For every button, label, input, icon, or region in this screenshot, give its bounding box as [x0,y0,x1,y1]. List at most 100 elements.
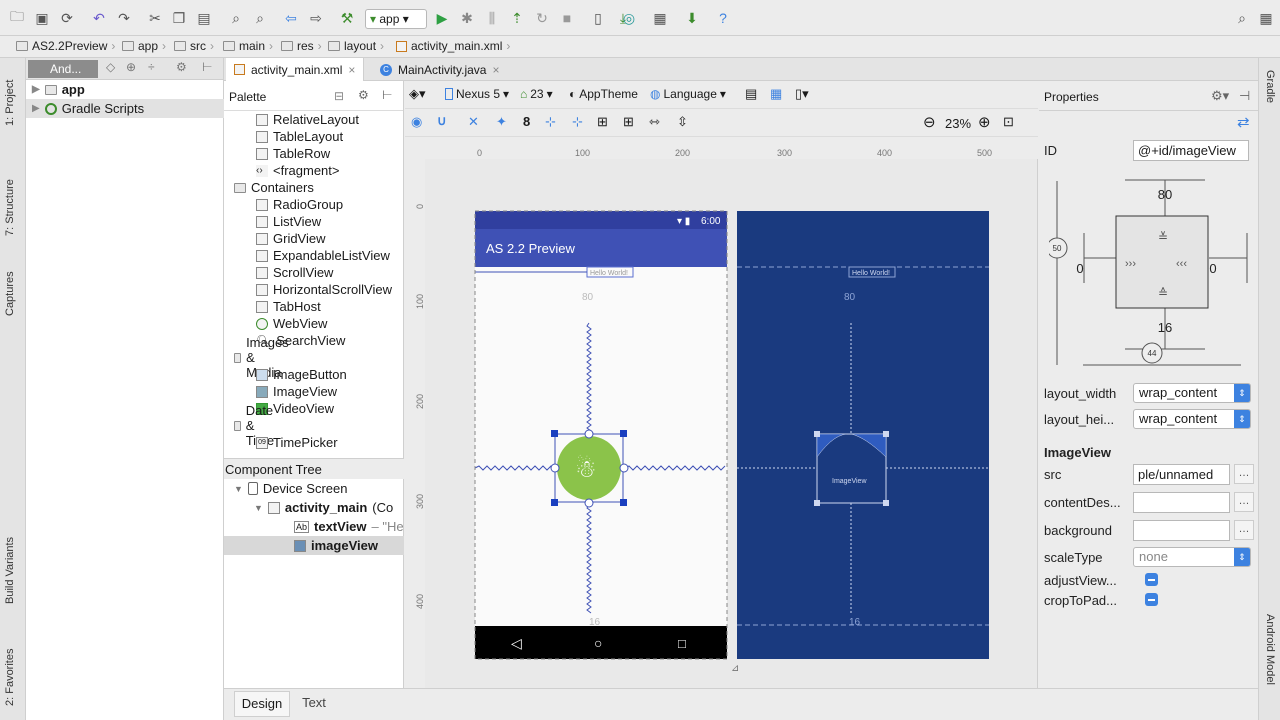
api-dropdown[interactable]: ⌂ 23 ▾ [520,87,553,101]
undo-icon[interactable]: ↶ [90,9,108,27]
palette-category-images[interactable]: Images & Media [234,335,294,380]
margin-right-value[interactable]: 0 [1209,261,1216,276]
toggle-view-icon[interactable]: ⇄ [1237,113,1250,131]
project-view-selector[interactable]: And... [28,60,98,78]
crop-to-padding-checkbox[interactable] [1145,593,1158,606]
language-dropdown[interactable]: ◍ Language ▾ [650,87,726,101]
content-description-browse-button[interactable]: … [1234,492,1254,512]
blueprint-handle[interactable] [814,431,820,437]
zoom-in-icon[interactable]: ⊕ [978,113,991,131]
height-wrap-bottom-icon[interactable]: ≙ [1158,286,1168,300]
palette-item[interactable]: GridView [256,230,326,247]
run-config-dropdown[interactable]: ▾ app ▾ [365,9,427,29]
resize-handle[interactable] [551,499,558,506]
collapse-icon[interactable]: ◇ [106,60,115,74]
run-icon[interactable]: ▶ [433,9,451,27]
palette-settings-icon[interactable]: ⚙ [358,88,369,102]
tool-window-build-variants[interactable]: Build Variants [4,514,16,604]
layout-width-dropdown[interactable]: wrap_content ⇕ [1133,383,1251,403]
tool-window-captures[interactable]: Captures [4,256,16,316]
project-structure-icon[interactable]: ▦ [651,9,669,27]
paste-icon[interactable]: ▤ [195,9,213,27]
close-tab-icon[interactable]: × [492,63,499,77]
scale-type-dropdown[interactable]: none ⇕ [1133,547,1251,567]
align-horizontal-icon[interactable]: ⊹ [545,114,556,130]
tab-activity-main[interactable]: activity_main.xml × [226,58,365,81]
palette-item[interactable]: ImageView [256,383,337,400]
save-icon[interactable]: ▣ [33,9,51,27]
tab-main-activity[interactable]: C MainActivity.java × [372,58,508,81]
open-folder-icon[interactable]: 🗀 [8,8,26,27]
tool-window-structure[interactable]: 7: Structure [4,156,16,236]
resize-handle[interactable] [551,430,558,437]
forward-icon[interactable]: ⇨ [307,9,325,27]
palette-item[interactable]: WebView [256,315,327,332]
tool-window-android-model[interactable]: Android Model [1264,614,1276,685]
src-browse-button[interactable]: … [1234,464,1254,484]
content-description-field[interactable] [1133,492,1230,513]
rerun-icon[interactable]: ↻ [533,9,551,27]
palette-item[interactable]: RadioGroup [256,196,343,213]
anchor-left[interactable] [550,463,560,473]
android-monitor-icon[interactable]: ⬇ [683,9,701,27]
palette-hide-icon[interactable]: ⊢ [382,88,392,102]
back-icon[interactable]: ⇦ [282,9,300,27]
theme-dropdown[interactable]: ◐ AppTheme [569,87,638,101]
breadcrumb-src[interactable]: src › [174,39,214,53]
sync-icon[interactable]: ⟳ [58,9,76,27]
distribute-vertical-icon[interactable]: ⇳ [677,114,688,130]
debug-icon[interactable]: ✱ [458,9,476,27]
tool-window-project[interactable]: 1: Project [4,66,16,126]
background-field[interactable] [1133,520,1230,541]
layout-height-dropdown[interactable]: wrap_content ⇕ [1133,409,1251,429]
blueprint-handle[interactable] [883,431,889,437]
margin-top-value[interactable]: 80 [1158,187,1172,202]
palette-category-containers[interactable]: Containers [234,179,314,196]
device-dropdown[interactable]: Nexus 5 ▾ [445,87,509,101]
properties-settings-icon[interactable]: ⚙▾ [1211,88,1229,104]
breadcrumb-project[interactable]: AS2.2Preview › [16,39,115,53]
apply-changes-icon[interactable]: ⇡ [508,9,526,27]
project-tree-app[interactable]: ▶ app [26,80,224,99]
palette-item[interactable]: ExpandableListView [256,247,390,264]
make-icon[interactable]: ⚒ [338,9,356,27]
infer-constraints-icon[interactable]: ✦ [496,114,507,130]
tab-text[interactable]: Text [294,691,334,717]
palette-item[interactable]: ListView [256,213,321,230]
tree-activity-main[interactable]: ▼ activity_main (Co [254,498,393,517]
palette-category-date-time[interactable]: Date & Time [234,403,279,448]
replace-icon[interactable]: ⌕ [251,9,269,27]
design-mode-icon[interactable]: ◈▾ [409,86,426,102]
redo-icon[interactable]: ↷ [115,9,133,27]
breadcrumb-main[interactable]: main › [223,39,273,53]
close-tab-icon[interactable]: × [348,63,355,77]
copy-icon[interactable]: ❐ [170,9,188,27]
settings-gear-icon[interactable]: ⚙ [176,60,187,74]
search-everywhere-icon[interactable]: ⌕ [1233,9,1251,27]
find-icon[interactable]: ⌕ [227,9,245,27]
margin-bottom-value[interactable]: 16 [1158,320,1172,335]
palette-item[interactable]: ‹› <fragment> [256,162,340,179]
tool-window-gradle[interactable]: Gradle [1264,70,1276,103]
cut-icon[interactable]: ✂ [146,9,164,27]
show-constraints-icon[interactable]: ◉ [411,114,422,130]
src-field[interactable]: ple/unnamed [1133,464,1230,485]
tool-window-favorites[interactable]: 2: Favorites [4,626,16,706]
clear-constraints-icon[interactable]: ✕ [468,114,479,130]
orientation-icon[interactable]: ▯▾ [795,86,809,102]
zoom-out-icon[interactable]: ⊖ [923,113,936,131]
distribute-horizontal-icon[interactable]: ⇿ [649,114,660,130]
palette-item[interactable]: ImageButton [256,366,347,383]
stop-icon[interactable]: ■ [558,9,576,27]
palette-item[interactable]: RelativeLayout [256,111,359,128]
palette-item[interactable]: 09 TimePicker [256,434,338,451]
anchor-top[interactable] [584,429,594,439]
default-margin[interactable]: 8 [523,114,530,129]
blueprint-handle[interactable] [883,500,889,506]
breadcrumb-file[interactable]: activity_main.xml › [396,39,510,53]
anchor-right[interactable] [619,463,629,473]
anchor-bottom[interactable] [584,498,594,508]
project-tree-gradle-scripts[interactable]: ▶ Gradle Scripts [26,99,224,118]
breadcrumb-app[interactable]: app › [122,39,166,53]
adjust-view-bounds-checkbox[interactable] [1145,573,1158,586]
